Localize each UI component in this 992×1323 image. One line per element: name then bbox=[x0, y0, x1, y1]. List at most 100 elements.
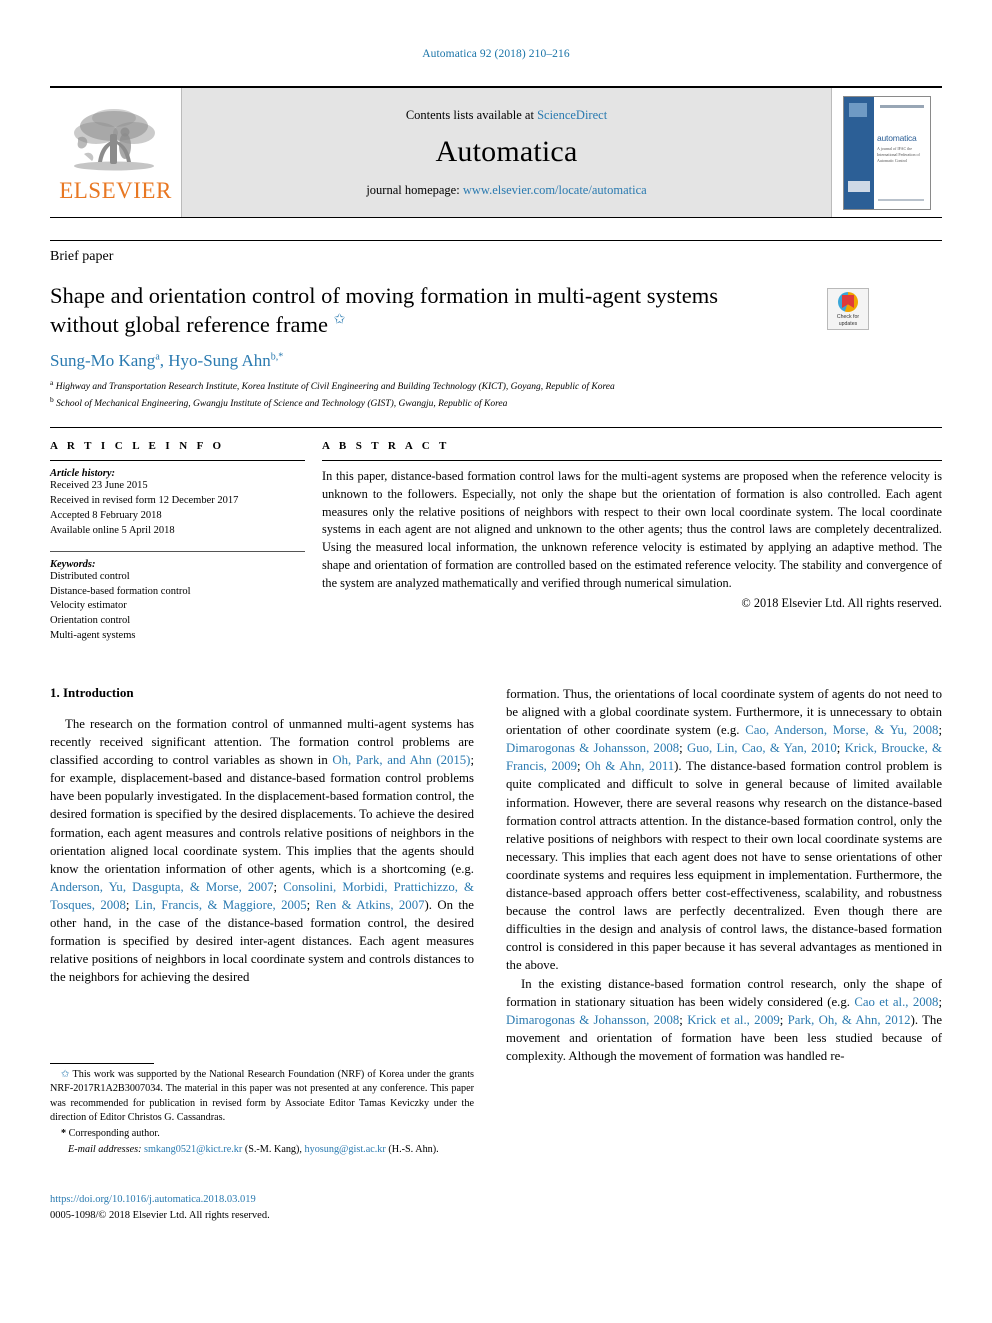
masthead-center: Contents lists available at ScienceDirec… bbox=[182, 88, 832, 217]
history-received: Received 23 June 2015 bbox=[50, 480, 148, 491]
cite-sep: ; bbox=[679, 741, 687, 756]
footnote-star-marker: ✩ bbox=[61, 1069, 70, 1080]
citation-year[interactable]: (2015) bbox=[432, 753, 470, 767]
affiliation-a: a Highway and Transportation Research In… bbox=[50, 378, 780, 395]
body-column-right: formation. Thus, the orientations of loc… bbox=[506, 685, 942, 1065]
title-footnote-marker: ✩ bbox=[333, 312, 346, 328]
affil-a-text: Highway and Transportation Research Inst… bbox=[55, 381, 615, 392]
affil-a-marker: a bbox=[50, 377, 54, 387]
contents-available-line: Contents lists available at ScienceDirec… bbox=[406, 108, 607, 123]
author-2-affil-marker: b,* bbox=[270, 350, 284, 362]
cite-sep: ; bbox=[577, 759, 586, 774]
citation-link[interactable]: Park, Oh, & Ahn, 2012 bbox=[788, 1013, 911, 1027]
brief-paper-rule bbox=[50, 240, 942, 241]
footnote-corresponding-text: Corresponding author. bbox=[66, 1128, 160, 1140]
crossmark-label: Check for updates bbox=[837, 314, 859, 327]
elsevier-tree-icon bbox=[73, 108, 155, 170]
contents-prefix: Contents lists available at bbox=[405, 107, 538, 122]
author-1-affil-marker: a bbox=[155, 350, 160, 362]
article-type-label: Brief paper bbox=[50, 249, 114, 264]
affiliation-b: b School of Mechanical Engineering, Gwan… bbox=[50, 395, 780, 412]
body-column-left: 1. Introduction The research on the form… bbox=[50, 685, 474, 986]
citation-link[interactable]: Anderson, Yu, Dasgupta, & Morse, 2007 bbox=[50, 880, 274, 894]
email-link-2[interactable]: hyosung@gist.ac.kr bbox=[305, 1144, 386, 1155]
author-list: Sung-Mo Kanga, Hyo-Sung Ahnb,* bbox=[50, 350, 284, 370]
paragraph-intro-right-2: In the existing distance-based formation… bbox=[506, 975, 942, 1065]
citation-link[interactable]: Cao, Anderson, Morse, & Yu, 2008 bbox=[745, 723, 938, 737]
journal-homepage-line: journal homepage: www.elsevier.com/locat… bbox=[366, 183, 646, 198]
issn-copyright: 0005-1098/© 2018 Elsevier Ltd. All right… bbox=[50, 1209, 270, 1221]
info-divider-1 bbox=[50, 460, 305, 461]
citation-link[interactable]: Lin, Francis, & Maggiore, 2005 bbox=[135, 898, 307, 912]
abstract-column: A B S T R A C T In this paper, distance-… bbox=[322, 440, 942, 611]
right-text-b: ). The distance-based formation control … bbox=[506, 759, 942, 973]
title-block: Shape and orientation control of moving … bbox=[50, 281, 780, 412]
citation-link[interactable]: Krick et al., 2009 bbox=[687, 1013, 780, 1027]
ifac-logo-bottom-icon bbox=[848, 180, 870, 192]
article-info-column: A R T I C L E I N F O Article history: R… bbox=[50, 440, 305, 644]
citation-link[interactable]: Dimarogonas & Johansson, 2008 bbox=[506, 741, 679, 755]
footnote-funding: ✩ This work was supported by the Nationa… bbox=[50, 1068, 474, 1125]
footnote-rule bbox=[50, 1063, 154, 1064]
author-1[interactable]: Sung-Mo Kang bbox=[50, 351, 155, 370]
history-revised: Received in revised form 12 December 201… bbox=[50, 494, 239, 506]
article-info-heading: A R T I C L E I N F O bbox=[50, 440, 225, 452]
email-link-1[interactable]: smkang0521@kict.re.kr bbox=[144, 1144, 242, 1155]
keyword-item: Distributed control bbox=[50, 570, 130, 582]
footnote-funding-text: This work was supported by the National … bbox=[50, 1069, 474, 1123]
cite-sep: ; bbox=[306, 897, 316, 912]
citation-link[interactable]: Oh & Ahn, 2011 bbox=[585, 759, 674, 773]
homepage-prefix: journal homepage: bbox=[366, 182, 463, 197]
sciencedirect-link[interactable]: ScienceDirect bbox=[537, 108, 607, 122]
abstract-copyright: © 2018 Elsevier Ltd. All rights reserved… bbox=[741, 595, 942, 610]
keyword-item: Distance-based formation control bbox=[50, 585, 191, 597]
paragraph-intro-right-1: formation. Thus, the orientations of loc… bbox=[506, 685, 942, 975]
email-owner-1: (S.-M. Kang), bbox=[242, 1144, 305, 1156]
cite-sep: ; bbox=[836, 741, 845, 756]
info-divider-2 bbox=[50, 550, 305, 552]
cover-bottom-rule bbox=[878, 198, 924, 201]
cover-image: automatica A journal of IFAC the Interna… bbox=[843, 95, 931, 210]
history-accepted: Accepted 8 February 2018 bbox=[50, 509, 162, 521]
affil-b-marker: b bbox=[50, 395, 54, 405]
citation-link[interactable]: Cao et al., 2008 bbox=[854, 995, 938, 1009]
cite-sep: ; bbox=[938, 994, 942, 1009]
elsevier-logo: ELSEVIER bbox=[50, 88, 182, 217]
keyword-item: Multi-agent systems bbox=[50, 630, 136, 642]
abstract-divider bbox=[322, 460, 942, 461]
page-title: Shape and orientation control of moving … bbox=[50, 281, 780, 340]
paragraph-intro-left: The research on the formation control of… bbox=[50, 715, 474, 986]
cover-title: automatica bbox=[877, 132, 917, 143]
email-label: E-mail addresses: bbox=[68, 1144, 142, 1156]
article-history-label: Article history: bbox=[50, 468, 116, 479]
abstract-heading: A B S T R A C T bbox=[322, 440, 450, 452]
footnotes-block: ✩ This work was supported by the Nationa… bbox=[50, 1068, 474, 1158]
keywords-label: Keywords: bbox=[50, 558, 96, 570]
info-section-rule bbox=[50, 427, 942, 428]
footnote-emails: E-mail addresses: smkang0521@kict.re.kr … bbox=[50, 1143, 474, 1157]
citation-link[interactable]: Oh, Park, and Ahn bbox=[332, 753, 431, 767]
citation-link[interactable]: Dimarogonas & Johansson, 2008 bbox=[506, 1013, 679, 1027]
cite-sep: ; bbox=[779, 1012, 788, 1027]
affil-b-text: School of Mechanical Engineering, Gwangj… bbox=[56, 399, 508, 410]
cite-sep: ; bbox=[273, 879, 284, 894]
running-head: Automatica 92 (2018) 210–216 bbox=[422, 48, 570, 60]
journal-title: Automatica bbox=[435, 134, 578, 168]
cover-volume-line bbox=[880, 104, 924, 108]
cite-sep: ; bbox=[125, 897, 135, 912]
footnote-corresponding: * Corresponding author. bbox=[50, 1127, 474, 1141]
abstract-text: In this paper, distance-based formation … bbox=[322, 469, 942, 590]
keyword-item: Orientation control bbox=[50, 615, 131, 627]
crossmark-badge[interactable]: Check for updates bbox=[827, 288, 869, 330]
citation-link[interactable]: Ren & Atkins, 2007 bbox=[316, 898, 425, 912]
intro-text-b: ; for example, displacement-based and di… bbox=[50, 753, 475, 876]
section-heading-introduction: 1. Introduction bbox=[50, 685, 134, 700]
doi-link[interactable]: https://doi.org/10.1016/j.automatica.201… bbox=[50, 1192, 474, 1208]
crossmark-icon bbox=[838, 292, 858, 312]
journal-homepage-link[interactable]: www.elsevier.com/locate/automatica bbox=[463, 183, 647, 197]
journal-cover-thumb: automatica A journal of IFAC the Interna… bbox=[832, 88, 942, 217]
citation-link[interactable]: Guo, Lin, Cao, & Yan, 2010 bbox=[687, 741, 837, 755]
crossmark-line2: updates bbox=[838, 320, 858, 327]
cite-sep: ; bbox=[938, 723, 942, 738]
author-2[interactable]: Hyo-Sung Ahn bbox=[168, 351, 270, 370]
